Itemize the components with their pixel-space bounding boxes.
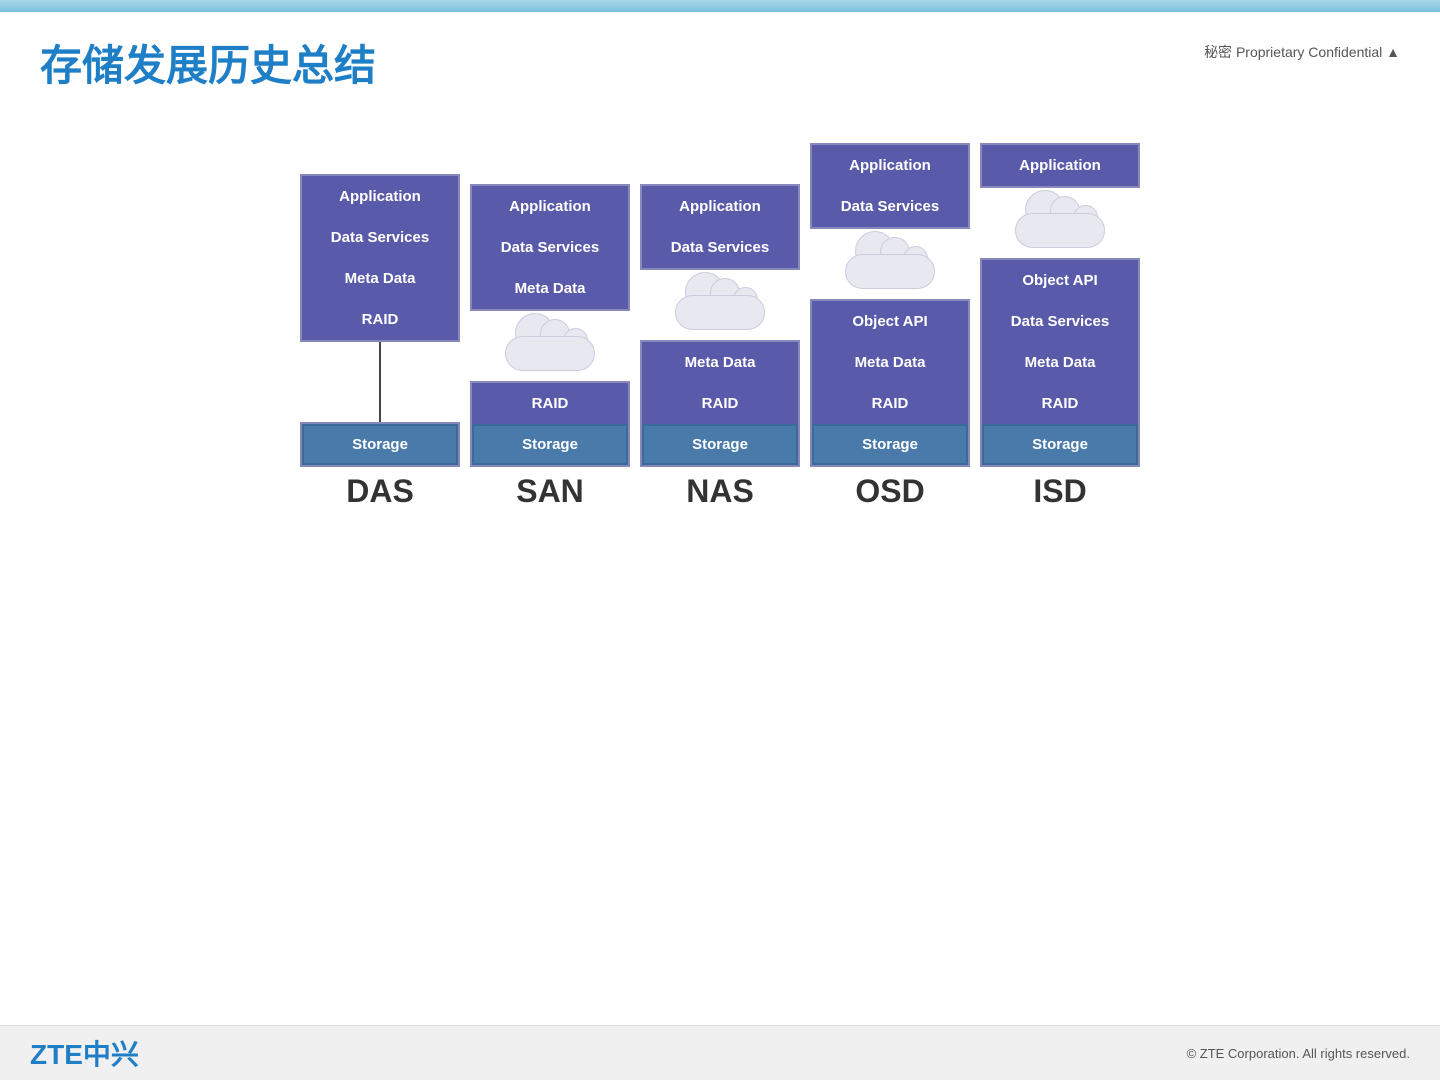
- isd-data-services: Data Services: [982, 301, 1138, 342]
- nas-raid: RAID: [642, 383, 798, 424]
- nas-column: Application Data Services Meta Data RAID…: [640, 184, 800, 510]
- isd-column: Application Object API Data Services Met…: [980, 143, 1140, 510]
- osd-data-services: Data Services: [812, 186, 968, 227]
- isd-meta-data: Meta Data: [982, 342, 1138, 383]
- nas-data-services: Data Services: [642, 227, 798, 268]
- san-data-services: Data Services: [472, 227, 628, 268]
- osd-meta-data: Meta Data: [812, 342, 968, 383]
- isd-cloud: [980, 188, 1140, 258]
- page-title: 存储发展历史总结: [40, 32, 376, 93]
- nas-bottom-stack: Meta Data RAID Storage: [640, 340, 800, 467]
- das-stack: Application Data Services Meta Data RAID: [300, 174, 460, 342]
- osd-object-api: Object API: [812, 301, 968, 342]
- osd-cloud: [810, 229, 970, 299]
- nas-storage: Storage: [642, 424, 798, 465]
- confidential-label: 秘密 Proprietary Confidential ▲: [1204, 42, 1400, 62]
- isd-raid: RAID: [982, 383, 1138, 424]
- das-storage: Storage: [302, 424, 458, 465]
- das-column: Application Data Services Meta Data RAID…: [300, 174, 460, 510]
- nas-application: Application: [642, 186, 798, 227]
- isd-storage: Storage: [982, 424, 1138, 465]
- isd-top-stack: Application: [980, 143, 1140, 188]
- isd-application: Application: [982, 145, 1138, 186]
- das-meta-data: Meta Data: [302, 258, 458, 299]
- nas-top-stack: Application Data Services: [640, 184, 800, 270]
- osd-label: OSD: [810, 473, 970, 510]
- nas-cloud: [640, 270, 800, 340]
- footer: ZTE中兴 © ZTE Corporation. All rights rese…: [0, 1025, 1440, 1080]
- osd-column: Application Data Services Object API Met…: [810, 143, 970, 510]
- osd-raid: RAID: [812, 383, 968, 424]
- san-top-stack: Application Data Services Meta Data: [470, 184, 630, 311]
- header: 存储发展历史总结 秘密 Proprietary Confidential ▲: [0, 12, 1440, 103]
- osd-top-stack: Application Data Services: [810, 143, 970, 229]
- osd-application: Application: [812, 145, 968, 186]
- san-raid: RAID: [472, 383, 628, 424]
- das-connector: [379, 342, 381, 422]
- isd-label: ISD: [980, 473, 1140, 510]
- nas-label: NAS: [640, 473, 800, 510]
- top-bar: [0, 0, 1440, 12]
- diagram-area: Application Data Services Meta Data RAID…: [0, 103, 1440, 520]
- footer-logo: ZTE中兴: [30, 1033, 139, 1073]
- osd-bottom-stack: Object API Meta Data RAID Storage: [810, 299, 970, 467]
- footer-copyright: © ZTE Corporation. All rights reserved.: [1187, 1046, 1410, 1061]
- san-column: Application Data Services Meta Data RAID…: [470, 184, 630, 510]
- nas-meta-data: Meta Data: [642, 342, 798, 383]
- san-storage: Storage: [472, 424, 628, 465]
- san-meta-data: Meta Data: [472, 268, 628, 309]
- san-cloud: [470, 311, 630, 381]
- san-bottom-stack: RAID Storage: [470, 381, 630, 467]
- das-data-services: Data Services: [302, 217, 458, 258]
- das-application: Application: [302, 176, 458, 217]
- san-label: SAN: [470, 473, 630, 510]
- san-application: Application: [472, 186, 628, 227]
- osd-storage: Storage: [812, 424, 968, 465]
- isd-object-api: Object API: [982, 260, 1138, 301]
- das-storage-group: Storage: [300, 422, 460, 467]
- isd-bottom-stack: Object API Data Services Meta Data RAID …: [980, 258, 1140, 467]
- das-raid: RAID: [302, 299, 458, 340]
- das-label: DAS: [300, 473, 460, 510]
